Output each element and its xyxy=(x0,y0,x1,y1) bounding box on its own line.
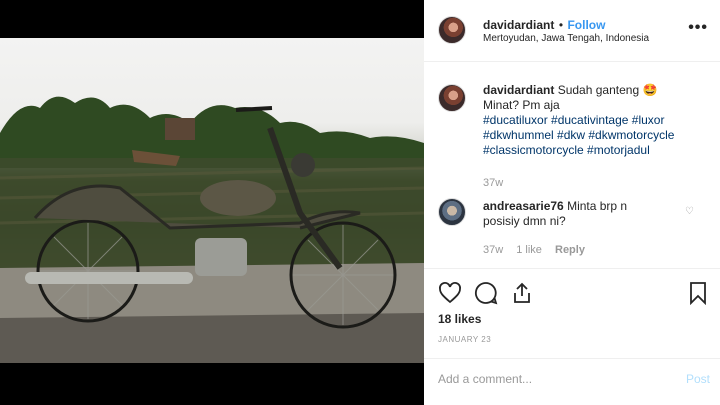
hashtags-line-1[interactable]: #ducatiluxor #ducativintage #luxor xyxy=(483,113,708,128)
comment-meta: 37w 1 like Reply xyxy=(483,244,585,256)
add-comment-input[interactable]: Add a comment... xyxy=(438,372,532,386)
post-date: JANUARY 23 xyxy=(438,335,492,344)
caption: davidardiant Sudah ganteng 🤩 Minat? Pm a… xyxy=(483,83,708,158)
likes-count[interactable]: 18 likes xyxy=(438,312,481,326)
add-comment-bar: Add a comment... Post xyxy=(424,358,720,405)
more-dots-icon[interactable]: ••• xyxy=(688,19,708,37)
comment-like-heart-icon[interactable]: ♡ xyxy=(685,206,694,217)
caption-author-avatar[interactable] xyxy=(438,84,466,112)
comment-icon[interactable] xyxy=(474,281,498,305)
author-avatar[interactable] xyxy=(438,16,466,44)
post-sidebar: davidardiant • Follow Mertoyudan, Jawa T… xyxy=(424,0,720,405)
follow-button[interactable]: Follow xyxy=(567,18,605,32)
caption-line-1: Sudah ganteng 🤩 xyxy=(557,83,658,97)
heart-icon[interactable] xyxy=(438,281,462,305)
hashtags-line-3[interactable]: #classicmotorcycle #motorjadul xyxy=(483,143,708,158)
bookmark-icon[interactable] xyxy=(686,281,710,306)
comment-author[interactable]: andreasarie76 xyxy=(483,199,564,213)
post-photo[interactable] xyxy=(0,38,424,363)
comment-reply-button[interactable]: Reply xyxy=(555,244,585,256)
post-header: davidardiant • Follow Mertoyudan, Jawa T… xyxy=(424,0,720,62)
comment-text-line-2: posisiy dmn ni? xyxy=(483,214,566,228)
author-line: davidardiant • Follow xyxy=(483,16,605,34)
caption-author[interactable]: davidardiant xyxy=(483,83,554,97)
share-icon[interactable] xyxy=(510,281,534,305)
post-actions: 18 likes JANUARY 23 xyxy=(424,268,720,358)
motorcycle-photo-image xyxy=(0,96,424,363)
separator-dot: • xyxy=(558,18,564,32)
caption-line-2: Minat? Pm aja xyxy=(483,98,560,112)
comment-age[interactable]: 37w xyxy=(483,244,503,256)
photo-panel xyxy=(0,0,424,405)
hashtags-line-2[interactable]: #dkwhummel #dkw #dkwmotorcycle xyxy=(483,128,708,143)
caption-age[interactable]: 37w xyxy=(483,177,503,189)
post-comment-button[interactable]: Post xyxy=(686,372,710,386)
author-username[interactable]: davidardiant xyxy=(483,18,554,32)
commenter-avatar[interactable] xyxy=(438,198,466,226)
comment-likes[interactable]: 1 like xyxy=(516,244,542,256)
comment: andreasarie76 Minta brp n posisiy dmn ni… xyxy=(483,199,683,229)
post-location[interactable]: Mertoyudan, Jawa Tengah, Indonesia xyxy=(483,33,649,44)
comment-text-line-1: Minta brp n xyxy=(567,199,628,213)
